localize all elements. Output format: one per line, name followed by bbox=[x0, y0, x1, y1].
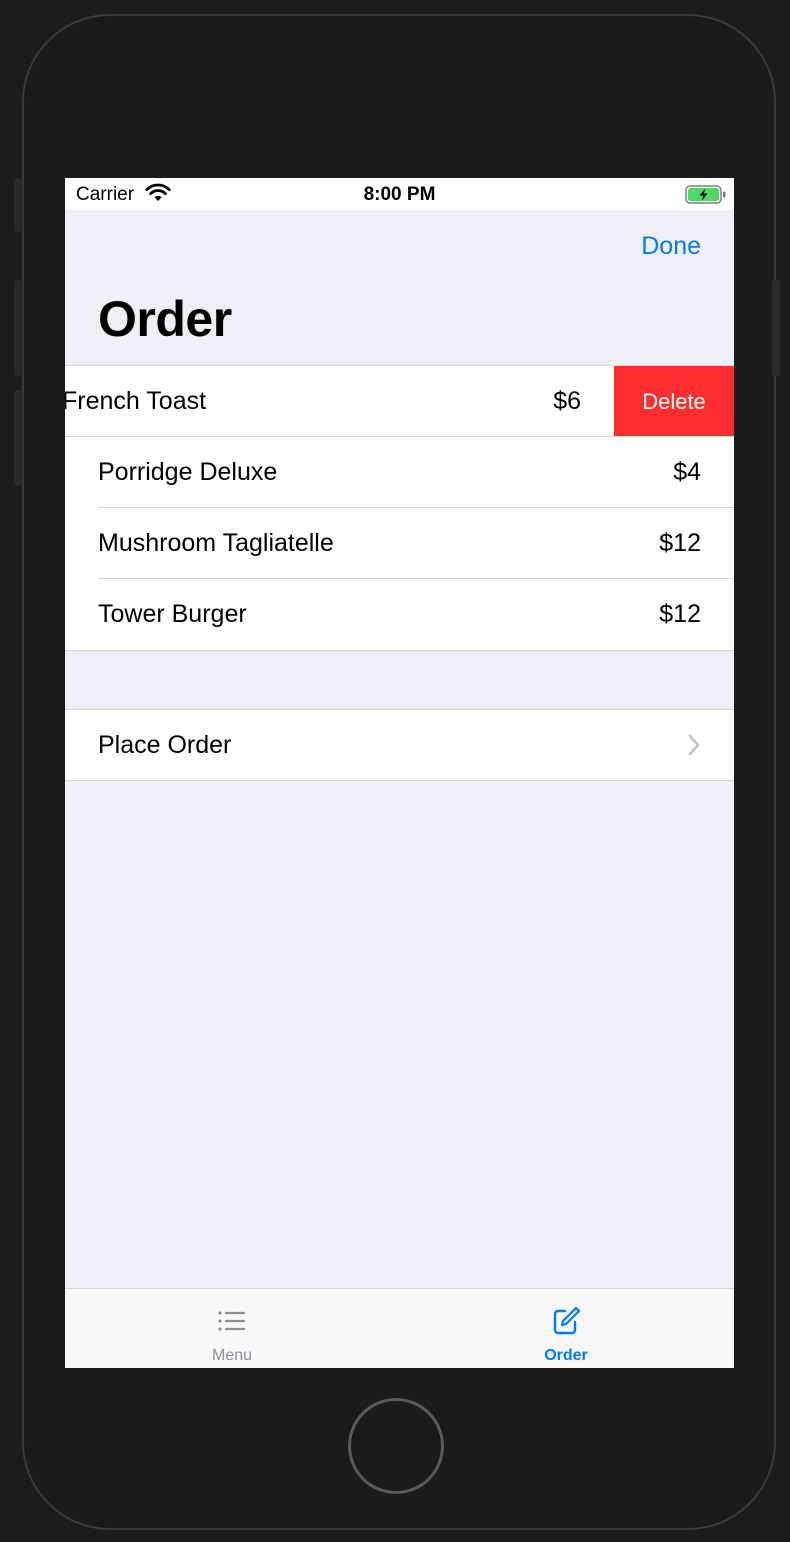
mute-switch bbox=[14, 178, 22, 232]
volume-up-button bbox=[14, 280, 22, 376]
order-item-name: French Toast bbox=[65, 387, 207, 415]
tab-order[interactable]: Order bbox=[399, 1289, 733, 1368]
tab-order-label: Order bbox=[544, 1347, 588, 1364]
order-item-name: Mushroom Tagliatelle bbox=[98, 529, 334, 557]
order-row-tower-burger[interactable]: Tower Burger $12 bbox=[65, 579, 734, 650]
power-button bbox=[772, 280, 780, 376]
order-item-price: $4 bbox=[673, 458, 701, 486]
tab-menu-label: Menu bbox=[211, 1347, 253, 1364]
tab-menu[interactable]: Menu bbox=[65, 1289, 399, 1368]
order-row-french-toast[interactable]: French Toast $6 Delete bbox=[65, 366, 734, 437]
order-list: French Toast $6 Delete Porridge Deluxe $… bbox=[65, 365, 734, 651]
battery-charging-icon bbox=[685, 185, 727, 210]
order-item-name: Porridge Deluxe bbox=[98, 458, 278, 486]
page-title: Order bbox=[98, 291, 232, 347]
order-item-price: $6 bbox=[553, 387, 581, 415]
list-icon bbox=[215, 1305, 249, 1342]
status-time: 8:00 PM bbox=[363, 184, 436, 205]
order-row-mushroom-tagliatelle[interactable]: Mushroom Tagliatelle $12 bbox=[65, 508, 734, 579]
place-order-label: Place Order bbox=[98, 731, 232, 759]
compose-icon bbox=[549, 1305, 583, 1342]
done-button[interactable]: Done bbox=[641, 232, 701, 261]
order-item-price: $12 bbox=[659, 600, 701, 628]
order-row-porridge-deluxe[interactable]: Porridge Deluxe $4 bbox=[65, 437, 734, 508]
delete-button[interactable]: Delete bbox=[614, 366, 734, 437]
volume-down-button bbox=[14, 390, 22, 486]
home-button[interactable] bbox=[348, 1398, 444, 1494]
chevron-right-icon bbox=[687, 734, 701, 761]
place-order-row[interactable]: Place Order bbox=[65, 709, 734, 781]
order-item-price: $12 bbox=[659, 529, 701, 557]
order-item-name: Tower Burger bbox=[98, 600, 247, 628]
app-screen: Carrier 8:00 PM Done Order French Toast … bbox=[65, 178, 734, 1368]
tab-bar: Menu Order bbox=[65, 1288, 734, 1368]
status-bar: Carrier 8:00 PM bbox=[65, 178, 734, 210]
